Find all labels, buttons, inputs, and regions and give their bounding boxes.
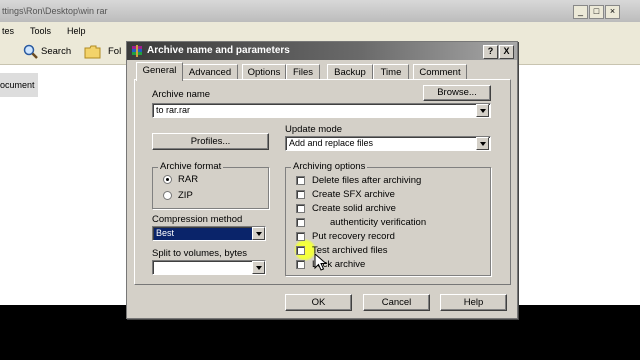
archive-format-label: Archive format: [158, 161, 224, 172]
folders-icon[interactable]: [84, 44, 102, 60]
authenticity-label: authenticity verification: [330, 217, 427, 228]
compression-dropdown-icon[interactable]: [252, 227, 265, 240]
help-title-button[interactable]: ?: [483, 45, 498, 59]
menu-favorites[interactable]: tes: [2, 26, 14, 36]
explorer-menu-bar: tes Tools Help: [0, 22, 640, 58]
profiles-button[interactable]: Profiles...: [152, 133, 269, 150]
split-volumes-label: Split to volumes, bytes: [152, 248, 248, 259]
menu-tools[interactable]: Tools: [30, 26, 51, 36]
explorer-title-bar: ttings\Ron\Desktop\win rar _ □ ×: [0, 0, 640, 22]
explorer-title-path: ttings\Ron\Desktop\win rar: [2, 6, 108, 16]
lock-archive-checkbox[interactable]: [296, 260, 305, 269]
tab-backup[interactable]: Backup: [327, 64, 373, 80]
split-volumes-dropdown-icon[interactable]: [252, 261, 265, 274]
test-archived-checkbox[interactable]: [296, 246, 305, 255]
zip-radio[interactable]: [163, 191, 172, 200]
create-sfx-checkbox[interactable]: [296, 190, 305, 199]
rar-radio[interactable]: [163, 175, 172, 184]
authenticity-checkbox[interactable]: [296, 218, 305, 227]
update-mode-dropdown-icon[interactable]: [476, 137, 489, 150]
menu-help[interactable]: Help: [67, 26, 86, 36]
split-volumes-input[interactable]: [152, 260, 266, 275]
zip-radio-label: ZIP: [178, 190, 193, 201]
browse-button[interactable]: Browse...: [423, 85, 491, 101]
winrar-icon: [132, 45, 142, 57]
maximize-icon[interactable]: □: [589, 5, 604, 19]
search-icon[interactable]: [23, 44, 39, 60]
help-button[interactable]: Help: [440, 294, 507, 311]
archive-name-input[interactable]: to rar.rar: [152, 103, 491, 118]
rar-radio-label: RAR: [178, 174, 199, 185]
create-solid-checkbox[interactable]: [296, 204, 305, 213]
tab-comment[interactable]: Comment: [413, 64, 467, 80]
compression-method-select[interactable]: Best: [152, 226, 266, 241]
archive-name-label: Archive name: [152, 89, 211, 100]
compression-method-label: Compression method: [152, 214, 243, 225]
recovery-record-checkbox[interactable]: [296, 232, 305, 241]
archive-format-group: [152, 167, 269, 209]
recovery-record-label: Put recovery record: [312, 231, 395, 242]
update-mode-select[interactable]: Add and replace files: [285, 136, 491, 151]
archiving-options-label: Archiving options: [291, 161, 368, 172]
delete-files-checkbox[interactable]: [296, 176, 305, 185]
mouse-pointer-icon: [314, 253, 328, 271]
folders-button[interactable]: Fol: [108, 46, 121, 57]
dialog-title: Archive name and parameters: [147, 45, 290, 56]
tab-advanced[interactable]: Advanced: [182, 64, 238, 80]
update-mode-label: Update mode: [285, 124, 343, 135]
cancel-button[interactable]: Cancel: [363, 294, 430, 311]
document-item-label: ocument: [0, 80, 35, 90]
ok-button[interactable]: OK: [285, 294, 352, 311]
tab-time[interactable]: Time: [373, 64, 409, 80]
compression-method-value: Best: [156, 228, 175, 238]
archive-name-dropdown-icon[interactable]: [476, 104, 489, 117]
archive-dialog: Archive name and parameters ? X General …: [126, 41, 518, 319]
delete-files-label: Delete files after archiving: [312, 175, 422, 186]
update-mode-value: Add and replace files: [289, 138, 374, 148]
close-title-button[interactable]: X: [499, 45, 514, 59]
tab-files[interactable]: Files: [286, 64, 320, 80]
tab-general[interactable]: General: [136, 62, 183, 81]
archive-name-value: to rar.rar: [156, 105, 191, 115]
create-solid-label: Create solid archive: [312, 203, 396, 214]
close-icon[interactable]: ×: [605, 5, 620, 19]
minimize-icon[interactable]: _: [573, 5, 588, 19]
search-button[interactable]: Search: [41, 46, 71, 57]
tab-options[interactable]: Options: [242, 64, 286, 80]
dialog-title-bar: Archive name and parameters ? X: [127, 42, 517, 60]
create-sfx-label: Create SFX archive: [312, 189, 395, 200]
